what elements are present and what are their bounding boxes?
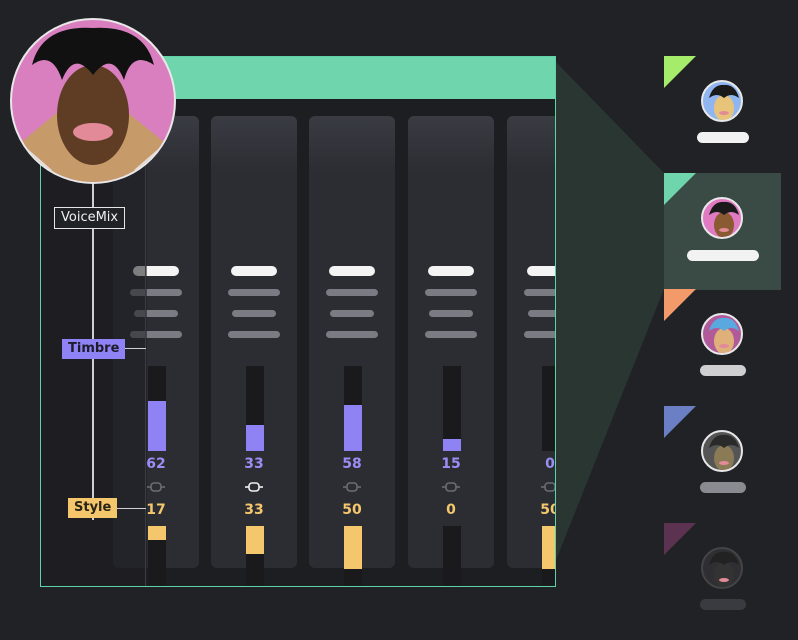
timbre-label: Timbre (62, 339, 126, 359)
style-value: 50 (342, 502, 362, 518)
voice-avatar (701, 547, 743, 589)
style-level (344, 526, 362, 569)
timbre-connector (122, 348, 146, 349)
channel-detail-placeholder (429, 310, 473, 317)
link-icon[interactable] (309, 479, 395, 498)
style-label: Style (68, 498, 118, 518)
voice-color-tag (664, 56, 696, 88)
timbre-level (148, 401, 166, 451)
voice-item[interactable] (664, 523, 781, 640)
style-connector (116, 508, 146, 509)
channel-name-placeholder (329, 266, 375, 276)
channel-detail-placeholder (232, 310, 276, 317)
link-icon[interactable] (211, 479, 297, 498)
channel-detail-placeholder (528, 310, 555, 317)
style-value: 50 (540, 502, 555, 518)
style-level (246, 526, 264, 554)
style-level (542, 526, 555, 569)
style-slider[interactable] (542, 526, 555, 586)
voice-name-placeholder (699, 365, 746, 376)
voice-avatar (701, 313, 743, 355)
voice-item[interactable] (664, 406, 781, 523)
style-slider[interactable] (443, 526, 461, 586)
timbre-level (344, 405, 362, 451)
timbre-slider[interactable] (344, 366, 362, 451)
timbre-level (246, 425, 264, 451)
app-name-label: VoiceMix (54, 207, 126, 229)
timbre-value: 33 (244, 456, 264, 472)
style-value: 0 (446, 502, 456, 518)
voice-avatar (701, 80, 743, 122)
timbre-level (443, 439, 461, 451)
channel-name-placeholder (527, 266, 555, 276)
channel-name-placeholder (231, 266, 277, 276)
voice-name-placeholder (686, 250, 759, 261)
style-slider[interactable] (344, 526, 362, 586)
channel-detail-placeholder (330, 310, 374, 317)
voice-name-placeholder (696, 132, 749, 143)
timbre-slider[interactable] (246, 366, 264, 451)
channel-strip: 15 0 (408, 116, 494, 586)
link-icon[interactable] (507, 479, 555, 498)
style-value: 33 (244, 502, 264, 518)
voice-item[interactable] (664, 56, 781, 173)
voice-name-placeholder (699, 599, 746, 610)
channel-detail-placeholder (326, 289, 378, 296)
channel-strip: 0 50 (507, 116, 555, 586)
voice-item[interactable] (664, 173, 781, 290)
style-level (148, 526, 166, 540)
voice-item[interactable] (664, 289, 781, 406)
channel-name-placeholder (428, 266, 474, 276)
voice-name-placeholder (699, 482, 746, 493)
voice-avatar (701, 197, 743, 239)
channel-detail-placeholder (524, 331, 555, 338)
timbre-value: 0 (545, 456, 555, 472)
channel-detail-placeholder (228, 331, 280, 338)
channel-detail-placeholder (425, 331, 477, 338)
channel-strip: 33 33 (211, 116, 297, 586)
channel-detail-placeholder (326, 331, 378, 338)
voice-color-tag (664, 406, 696, 438)
style-slider[interactable] (246, 526, 264, 586)
channel-detail-placeholder (425, 289, 477, 296)
channel-detail-placeholder (524, 289, 555, 296)
selected-voice-avatar[interactable] (10, 18, 176, 184)
panel-divider (145, 100, 146, 586)
voice-avatar (701, 430, 743, 472)
timbre-value: 15 (441, 456, 461, 472)
timbre-slider[interactable] (148, 366, 166, 451)
voice-color-tag (664, 523, 696, 555)
timbre-slider[interactable] (443, 366, 461, 451)
style-slider[interactable] (148, 526, 166, 586)
face-illustration (12, 27, 174, 182)
channel-strip: 58 50 (309, 116, 395, 586)
voice-color-tag (664, 173, 696, 205)
timbre-value: 58 (342, 456, 362, 472)
link-icon[interactable] (408, 479, 494, 498)
channel-detail-placeholder (228, 289, 280, 296)
timbre-slider[interactable] (542, 366, 555, 451)
voice-color-tag (664, 289, 696, 321)
